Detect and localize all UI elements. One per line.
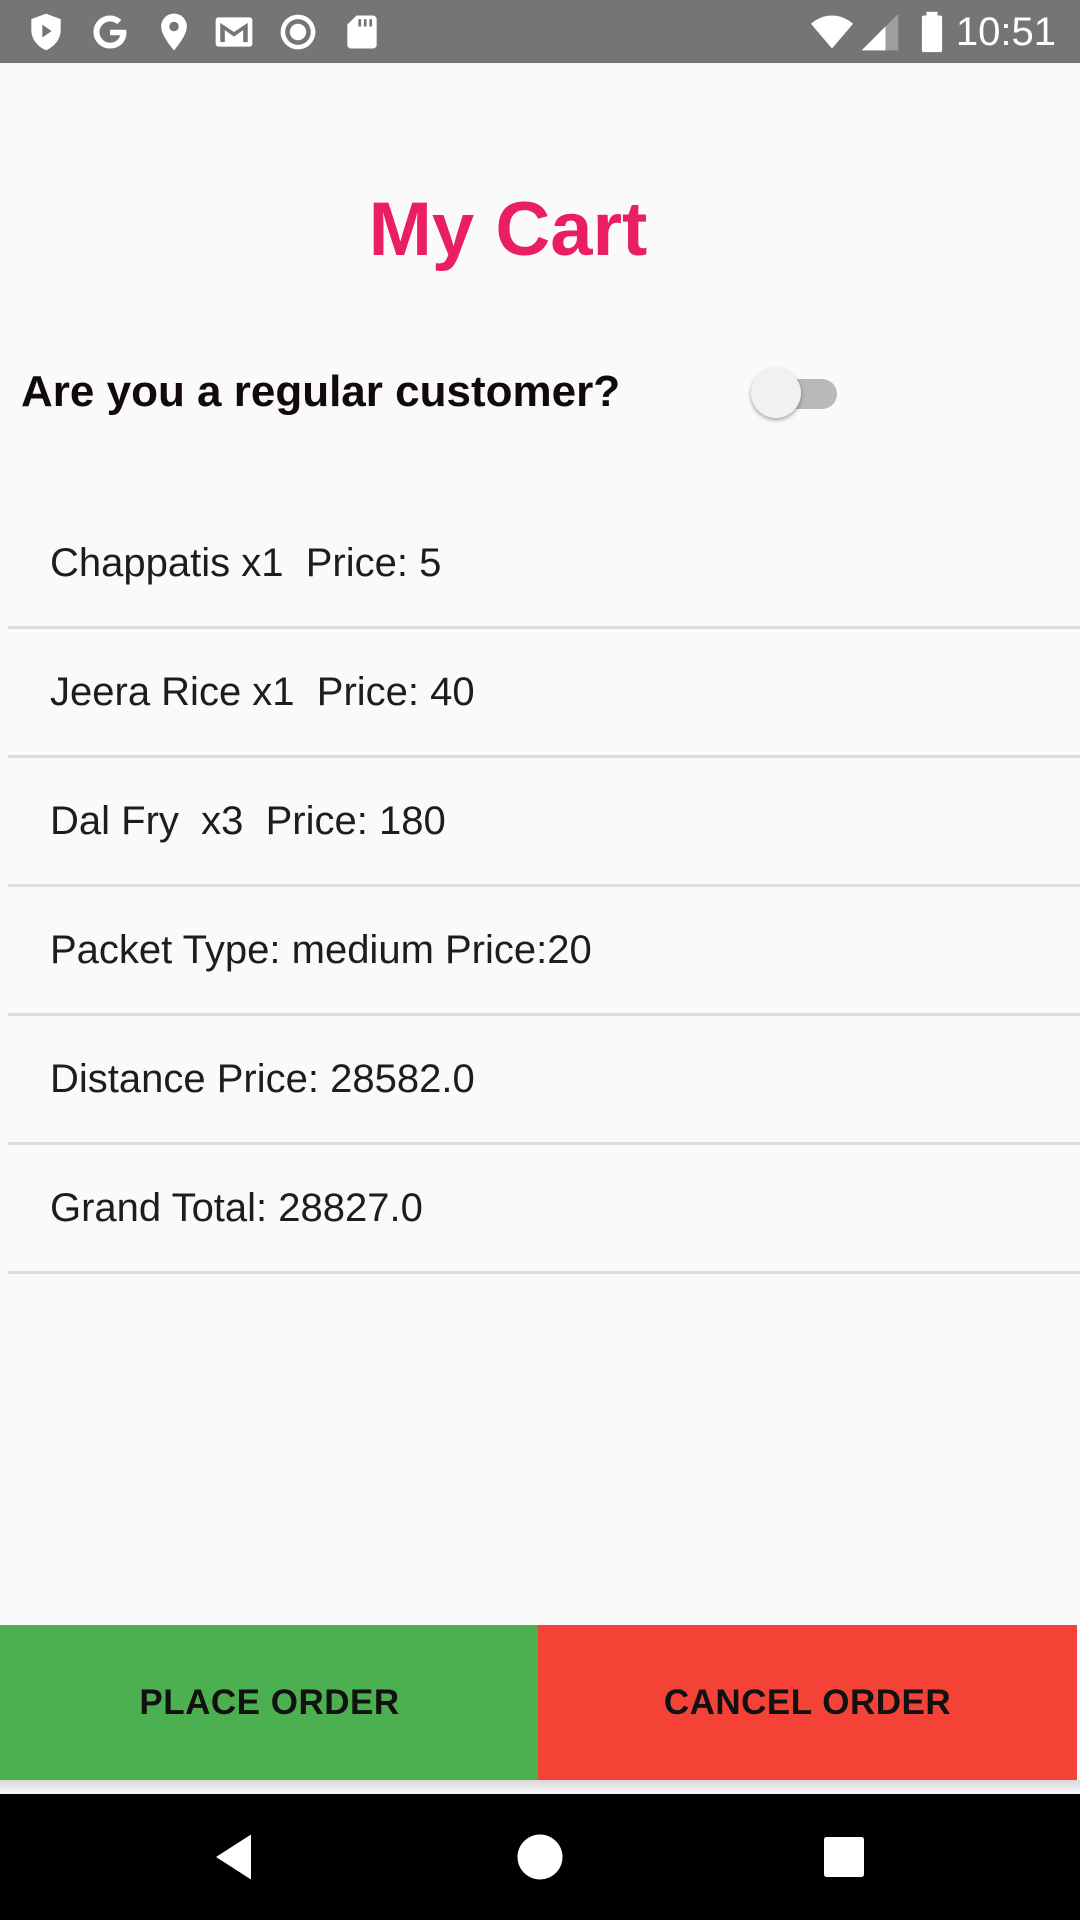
- recents-icon[interactable]: [814, 1827, 874, 1887]
- list-item[interactable]: Packet Type: medium Price:20: [8, 887, 1080, 1016]
- list-item[interactable]: Distance Price: 28582.0: [8, 1016, 1080, 1145]
- list-item[interactable]: Chappatis x1 Price: 5: [8, 500, 1080, 629]
- home-icon[interactable]: [510, 1827, 570, 1887]
- shield-play-icon: [24, 10, 68, 54]
- list-item[interactable]: Jeera Rice x1 Price: 40: [8, 629, 1080, 758]
- back-icon[interactable]: [206, 1827, 266, 1887]
- google-icon: [88, 10, 132, 54]
- cart-item-text: Jeera Rice x1 Price: 40: [50, 670, 475, 714]
- sd-card-icon: [340, 10, 384, 54]
- status-time: 10:51: [955, 10, 1056, 54]
- battery-icon: [910, 10, 954, 54]
- list-item[interactable]: Dal Fry x3 Price: 180: [8, 758, 1080, 887]
- cart-item-text: Chappatis x1 Price: 5: [50, 541, 442, 585]
- navigation-bar: [0, 1794, 1080, 1920]
- button-shadow: [0, 1780, 1080, 1794]
- cart-list: Chappatis x1 Price: 5 Jeera Rice x1 Pric…: [8, 500, 1080, 1274]
- page-title: My Cart: [368, 187, 648, 272]
- cell-signal-icon: [858, 10, 902, 54]
- regular-customer-toggle[interactable]: [751, 365, 837, 419]
- list-item[interactable]: Grand Total: 28827.0: [8, 1145, 1080, 1274]
- cart-item-text: Packet Type: medium Price:20: [50, 928, 592, 972]
- toggle-thumb: [751, 368, 801, 418]
- place-order-button[interactable]: PLACE ORDER: [0, 1625, 539, 1780]
- record-icon: [276, 10, 320, 54]
- cancel-order-button[interactable]: CANCEL ORDER: [538, 1625, 1077, 1780]
- regular-customer-question: Are you a regular customer?: [21, 367, 621, 416]
- cart-item-text: Dal Fry x3 Price: 180: [50, 799, 446, 843]
- my-cart-screen: 10:51 My Cart Are you a regular customer…: [0, 0, 1080, 1920]
- wifi-icon: [810, 10, 854, 54]
- cart-item-text: Grand Total: 28827.0: [50, 1186, 423, 1230]
- status-bar: 10:51: [0, 0, 1080, 63]
- gmail-icon: [212, 10, 256, 54]
- location-pin-icon: [152, 10, 196, 54]
- cart-item-text: Distance Price: 28582.0: [50, 1057, 475, 1101]
